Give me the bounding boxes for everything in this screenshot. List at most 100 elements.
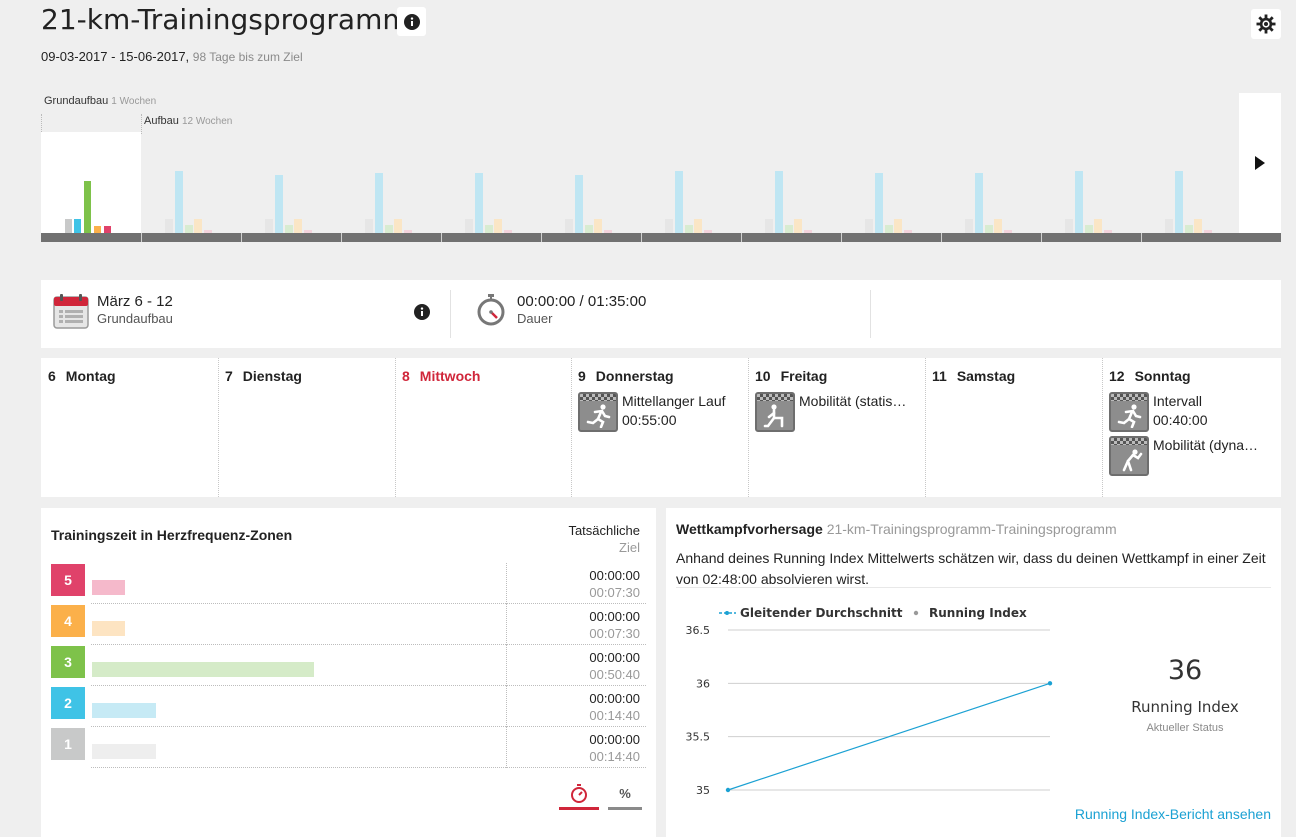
workout-item[interactable]: Intervall 00:40:00 [1109, 392, 1208, 432]
phase-label-grundaufbau: Grundaufbau 1 Wochen [44, 95, 156, 107]
week-zone-bar [885, 225, 893, 233]
calendar-icon [53, 294, 89, 329]
week-divider [641, 233, 642, 242]
zone-actual-time: 00:00:00 [589, 691, 640, 706]
running-index-label: Running Index [1131, 698, 1239, 716]
time-toggle[interactable] [559, 780, 599, 810]
week-zone-bar [1065, 219, 1073, 233]
week-zone-bar [485, 225, 493, 233]
day-header: 11 Samstag [932, 368, 1015, 384]
settings-button[interactable] [1251, 9, 1281, 39]
zone-badge: 5 [51, 564, 85, 596]
week-zone-bar [1185, 225, 1193, 233]
week-range: März 6 - 12 [97, 293, 173, 310]
workout-name: Mittellanger Lauf [622, 393, 726, 409]
week-zone-bar [775, 171, 783, 233]
next-weeks-button[interactable] [1239, 93, 1281, 233]
hr-zone-row: 5 00:00:00 00:07:30 [51, 563, 646, 604]
zone-actual-time: 00:00:00 [589, 568, 640, 583]
week-zone-bar [104, 226, 111, 233]
day-header: 12 Sonntag [1109, 368, 1191, 384]
week-zone-bar [665, 219, 673, 233]
week-zone-bar [275, 175, 283, 233]
day-name: Freitag [780, 368, 828, 384]
week-zone-bar [685, 225, 693, 233]
day-header: 10 Freitag [755, 368, 827, 384]
day-number: 7 [225, 368, 233, 384]
week-zone-bar [1094, 219, 1102, 233]
hr-zone-row: 1 00:00:00 00:14:40 [51, 727, 646, 768]
zone-actual-time: 00:00:00 [589, 609, 640, 624]
info-icon [403, 13, 420, 30]
week-days-grid: 6 Montag 7 Dienstag 8 Mittwoch 9 Donnerstag Mit… [41, 358, 1281, 497]
day-number: 9 [578, 368, 586, 384]
race-title-text: Wettkampfvorhersage [676, 521, 823, 537]
week-zone-bar [465, 219, 473, 233]
hr-zone-row: 2 00:00:00 00:14:40 [51, 686, 646, 727]
week-zone-bar [565, 219, 573, 233]
week-zone-bar [794, 219, 802, 233]
zone-goal-bar [92, 580, 125, 595]
zone-goal-time: 00:07:30 [589, 585, 640, 600]
week-zone-bar [265, 219, 273, 233]
zone-badge: 3 [51, 646, 85, 678]
day-number: 10 [755, 368, 771, 384]
mobility-dynamic-icon [1109, 436, 1149, 476]
phase-overview-chart: Grundaufbau 1 Wochen Aufbau 12 Wochen [41, 88, 1281, 244]
workout-duration: 00:40:00 [1153, 412, 1208, 428]
week-divider [141, 233, 142, 242]
day-column-samstag[interactable]: 11 Samstag [925, 358, 1102, 497]
phase-name: Grundaufbau [44, 95, 109, 107]
y-tick-label: 36 [696, 677, 710, 690]
data-point[interactable] [725, 787, 731, 793]
gear-icon [1256, 14, 1276, 34]
workout-item[interactable]: Mittellanger Lauf 00:55:00 [578, 392, 726, 432]
stopwatch-icon [571, 784, 587, 803]
day-column-mittwoch[interactable]: 8 Mittwoch [395, 358, 571, 497]
running-index-report-link[interactable]: Running Index-Bericht ansehen [1075, 806, 1271, 822]
week-zone-bar [394, 219, 402, 233]
legend-item-running-index[interactable]: Running Index [929, 606, 1027, 620]
day-column-donnerstag[interactable]: 9 Donnerstag Mittellanger Lauf 00:55:00 [571, 358, 748, 497]
running-icon [578, 392, 618, 432]
day-name: Sonntag [1134, 368, 1191, 384]
workout-name: Intervall [1153, 393, 1203, 409]
workout-item[interactable]: Mobilität (statis… [755, 392, 906, 432]
hr-zones-title: Trainingszeit in Herzfrequenz-Zonen [51, 527, 293, 543]
week-zone-bar [865, 219, 873, 233]
week-zone-bar [1194, 219, 1202, 233]
day-column-montag[interactable]: 6 Montag [41, 358, 218, 497]
day-column-freitag[interactable]: 10 Freitag Mobilität (statis… [748, 358, 925, 497]
race-prediction-title: Wettkampfvorhersage 21-km-Trainingsprogr… [676, 521, 1117, 537]
day-column-dienstag[interactable]: 7 Dienstag [218, 358, 395, 497]
zone-goal-bar [92, 703, 156, 718]
week-divider [741, 233, 742, 242]
day-number: 12 [1109, 368, 1125, 384]
zone-goal-time: 00:14:40 [589, 749, 640, 764]
week-zone-bar [175, 171, 183, 233]
day-number: 6 [48, 368, 56, 384]
week-zone-bar [1175, 171, 1183, 233]
selected-week-highlight[interactable] [41, 132, 141, 233]
week-zone-bar [385, 225, 393, 233]
race-prediction-card: Wettkampfvorhersage 21-km-Trainingsprogr… [666, 508, 1281, 837]
week-zone-bar [475, 173, 483, 233]
legend-item-moving-average[interactable]: Gleitender Durchschnitt [740, 606, 903, 620]
week-zone-bar [1085, 225, 1093, 233]
week-zone-bar [785, 225, 793, 233]
zone-goal-bar [92, 662, 314, 677]
day-header: 6 Montag [48, 368, 116, 384]
info-icon[interactable] [414, 304, 430, 320]
info-button[interactable] [397, 7, 426, 36]
percent-toggle[interactable]: % [608, 780, 642, 810]
day-column-sonntag[interactable]: 12 Sonntag Intervall 00:40:00 Mobilität (d… [1102, 358, 1281, 497]
duration-value: 00:00:00 / 01:35:00 [517, 293, 647, 310]
mobility-static-icon [755, 392, 795, 432]
page-title: 21-km-Trainingsprogramm [41, 3, 410, 36]
week-zone-bar [575, 175, 583, 233]
running-index-chart: Gleitender Durchschnitt Running Index 36.… [686, 606, 1053, 797]
workout-item[interactable]: Mobilität (dyna… [1109, 436, 1258, 476]
workout-duration: 00:55:00 [622, 412, 677, 428]
data-point[interactable] [1047, 681, 1053, 686]
week-summary-card: März 6 - 12 Grundaufbau 00:00:00 / 01:35… [41, 280, 1281, 348]
